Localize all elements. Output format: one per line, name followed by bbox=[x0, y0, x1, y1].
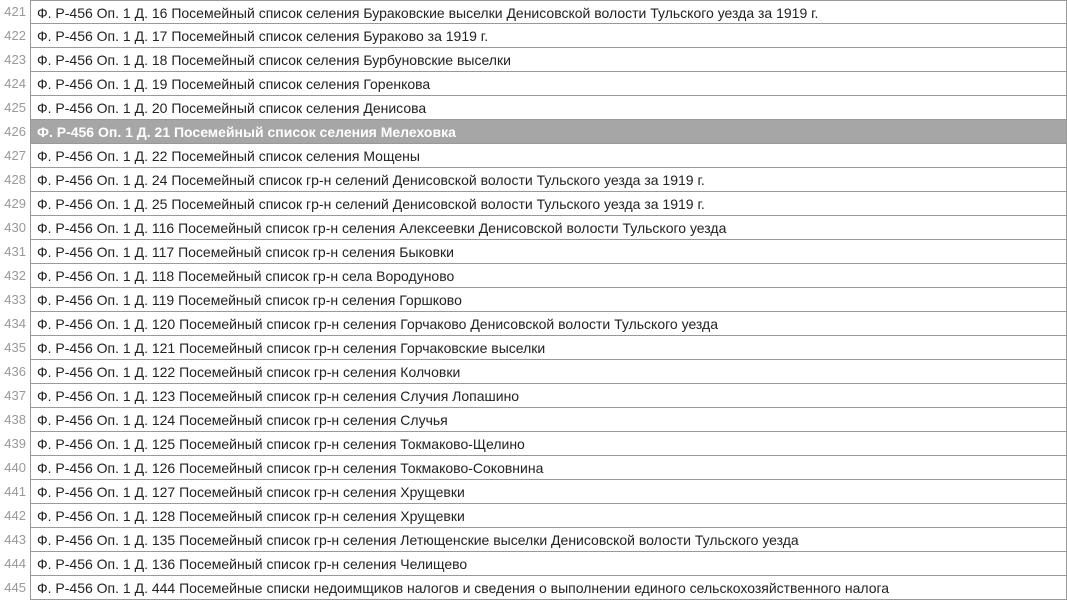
table-row[interactable]: 424Ф. Р-456 Оп. 1 Д. 19 Посемейный списо… bbox=[0, 72, 1067, 96]
row-number: 436 bbox=[0, 360, 30, 384]
row-number: 428 bbox=[0, 168, 30, 192]
row-number: 445 bbox=[0, 576, 30, 600]
row-title: Ф. Р-456 Оп. 1 Д. 22 Посемейный список с… bbox=[30, 144, 1067, 168]
table-row[interactable]: 435Ф. Р-456 Оп. 1 Д. 121 Посемейный спис… bbox=[0, 336, 1067, 360]
row-title: Ф. Р-456 Оп. 1 Д. 126 Посемейный список … bbox=[30, 456, 1067, 480]
row-number: 444 bbox=[0, 552, 30, 576]
table-row[interactable]: 421Ф. Р-456 Оп. 1 Д. 16 Посемейный списо… bbox=[0, 0, 1067, 24]
table-row[interactable]: 439Ф. Р-456 Оп. 1 Д. 125 Посемейный спис… bbox=[0, 432, 1067, 456]
row-number: 435 bbox=[0, 336, 30, 360]
row-title: Ф. Р-456 Оп. 1 Д. 121 Посемейный список … bbox=[30, 336, 1067, 360]
row-title: Ф. Р-456 Оп. 1 Д. 128 Посемейный список … bbox=[30, 504, 1067, 528]
row-number: 422 bbox=[0, 24, 30, 48]
row-title: Ф. Р-456 Оп. 1 Д. 24 Посемейный список г… bbox=[30, 168, 1067, 192]
table-row[interactable]: 431Ф. Р-456 Оп. 1 Д. 117 Посемейный спис… bbox=[0, 240, 1067, 264]
table-row[interactable]: 434Ф. Р-456 Оп. 1 Д. 120 Посемейный спис… bbox=[0, 312, 1067, 336]
table-row[interactable]: 441Ф. Р-456 Оп. 1 Д. 127 Посемейный спис… bbox=[0, 480, 1067, 504]
row-title: Ф. Р-456 Оп. 1 Д. 123 Посемейный список … bbox=[30, 384, 1067, 408]
row-number: 425 bbox=[0, 96, 30, 120]
row-title: Ф. Р-456 Оп. 1 Д. 127 Посемейный список … bbox=[30, 480, 1067, 504]
table-row[interactable]: 436Ф. Р-456 Оп. 1 Д. 122 Посемейный спис… bbox=[0, 360, 1067, 384]
table-row[interactable]: 438Ф. Р-456 Оп. 1 Д. 124 Посемейный спис… bbox=[0, 408, 1067, 432]
row-title: Ф. Р-456 Оп. 1 Д. 444 Посемейные списки … bbox=[30, 576, 1067, 600]
row-number: 430 bbox=[0, 216, 30, 240]
table-row[interactable]: 437Ф. Р-456 Оп. 1 Д. 123 Посемейный спис… bbox=[0, 384, 1067, 408]
row-number: 440 bbox=[0, 456, 30, 480]
table-row[interactable]: 440Ф. Р-456 Оп. 1 Д. 126 Посемейный спис… bbox=[0, 456, 1067, 480]
row-title: Ф. Р-456 Оп. 1 Д. 117 Посемейный список … bbox=[30, 240, 1067, 264]
table-row[interactable]: 443Ф. Р-456 Оп. 1 Д. 135 Посемейный спис… bbox=[0, 528, 1067, 552]
row-title: Ф. Р-456 Оп. 1 Д. 17 Посемейный список с… bbox=[30, 24, 1067, 48]
row-number: 441 bbox=[0, 480, 30, 504]
row-title: Ф. Р-456 Оп. 1 Д. 124 Посемейный список … bbox=[30, 408, 1067, 432]
row-title: Ф. Р-456 Оп. 1 Д. 16 Посемейный список с… bbox=[30, 0, 1067, 24]
row-title: Ф. Р-456 Оп. 1 Д. 116 Посемейный список … bbox=[30, 216, 1067, 240]
row-title: Ф. Р-456 Оп. 1 Д. 135 Посемейный список … bbox=[30, 528, 1067, 552]
row-title: Ф. Р-456 Оп. 1 Д. 120 Посемейный список … bbox=[30, 312, 1067, 336]
row-number: 438 bbox=[0, 408, 30, 432]
table-row[interactable]: 445Ф. Р-456 Оп. 1 Д. 444 Посемейные спис… bbox=[0, 576, 1067, 600]
row-number: 442 bbox=[0, 504, 30, 528]
row-number: 443 bbox=[0, 528, 30, 552]
row-number: 424 bbox=[0, 72, 30, 96]
table-row[interactable]: 423Ф. Р-456 Оп. 1 Д. 18 Посемейный списо… bbox=[0, 48, 1067, 72]
table-row[interactable]: 422Ф. Р-456 Оп. 1 Д. 17 Посемейный списо… bbox=[0, 24, 1067, 48]
row-number: 421 bbox=[0, 0, 30, 24]
row-number: 429 bbox=[0, 192, 30, 216]
table-row[interactable]: 429Ф. Р-456 Оп. 1 Д. 25 Посемейный списо… bbox=[0, 192, 1067, 216]
row-number: 437 bbox=[0, 384, 30, 408]
archive-list-table: 421Ф. Р-456 Оп. 1 Д. 16 Посемейный списо… bbox=[0, 0, 1067, 600]
table-row[interactable]: 442Ф. Р-456 Оп. 1 Д. 128 Посемейный спис… bbox=[0, 504, 1067, 528]
table-row[interactable]: 426Ф. Р-456 Оп. 1 Д. 21 Посемейный списо… bbox=[0, 120, 1067, 144]
row-title: Ф. Р-456 Оп. 1 Д. 20 Посемейный список с… bbox=[30, 96, 1067, 120]
table-row[interactable]: 433Ф. Р-456 Оп. 1 Д. 119 Посемейный спис… bbox=[0, 288, 1067, 312]
row-number: 433 bbox=[0, 288, 30, 312]
row-title: Ф. Р-456 Оп. 1 Д. 136 Посемейный список … bbox=[30, 552, 1067, 576]
row-number: 434 bbox=[0, 312, 30, 336]
row-title: Ф. Р-456 Оп. 1 Д. 19 Посемейный список с… bbox=[30, 72, 1067, 96]
table-row[interactable]: 430Ф. Р-456 Оп. 1 Д. 116 Посемейный спис… bbox=[0, 216, 1067, 240]
row-title: Ф. Р-456 Оп. 1 Д. 122 Посемейный список … bbox=[30, 360, 1067, 384]
row-title: Ф. Р-456 Оп. 1 Д. 25 Посемейный список г… bbox=[30, 192, 1067, 216]
row-number: 432 bbox=[0, 264, 30, 288]
row-title: Ф. Р-456 Оп. 1 Д. 18 Посемейный список с… bbox=[30, 48, 1067, 72]
row-number: 423 bbox=[0, 48, 30, 72]
table-row[interactable]: 444Ф. Р-456 Оп. 1 Д. 136 Посемейный спис… bbox=[0, 552, 1067, 576]
table-row[interactable]: 427Ф. Р-456 Оп. 1 Д. 22 Посемейный списо… bbox=[0, 144, 1067, 168]
row-title: Ф. Р-456 Оп. 1 Д. 119 Посемейный список … bbox=[30, 288, 1067, 312]
row-title: Ф. Р-456 Оп. 1 Д. 21 Посемейный список с… bbox=[30, 120, 1067, 144]
row-title: Ф. Р-456 Оп. 1 Д. 118 Посемейный список … bbox=[30, 264, 1067, 288]
row-title: Ф. Р-456 Оп. 1 Д. 125 Посемейный список … bbox=[30, 432, 1067, 456]
row-number: 426 bbox=[0, 120, 30, 144]
table-row[interactable]: 425Ф. Р-456 Оп. 1 Д. 20 Посемейный списо… bbox=[0, 96, 1067, 120]
row-number: 439 bbox=[0, 432, 30, 456]
table-row[interactable]: 428Ф. Р-456 Оп. 1 Д. 24 Посемейный списо… bbox=[0, 168, 1067, 192]
row-number: 427 bbox=[0, 144, 30, 168]
table-row[interactable]: 432Ф. Р-456 Оп. 1 Д. 118 Посемейный спис… bbox=[0, 264, 1067, 288]
row-number: 431 bbox=[0, 240, 30, 264]
